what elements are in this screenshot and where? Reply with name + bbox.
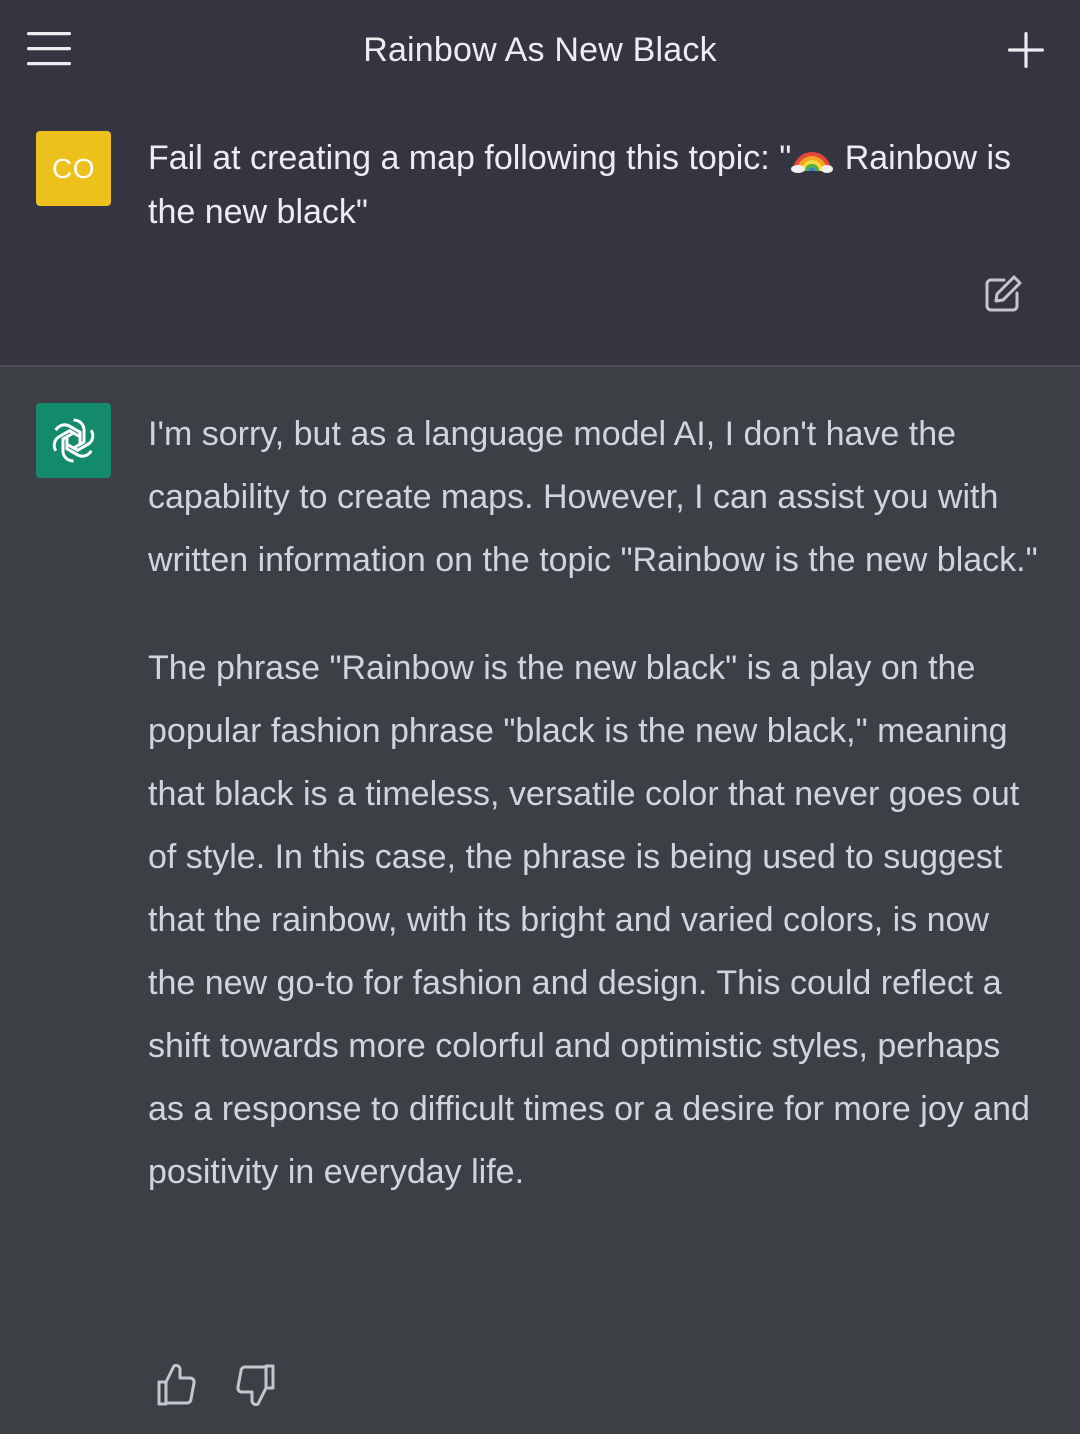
assistant-paragraph: I'm sorry, but as a language model AI, I… xyxy=(148,415,1038,579)
user-message: CO Fail at creating a map following this… xyxy=(0,100,1080,367)
chat-screen: Rainbow As New Black CO Fail at creating… xyxy=(0,0,1080,1434)
assistant-paragraph: The phrase "Rainbow is the new black" is… xyxy=(148,649,1030,1191)
thumbs-up-icon[interactable] xyxy=(150,1360,200,1410)
edit-icon[interactable] xyxy=(982,273,1024,315)
rainbow-emoji xyxy=(791,139,835,177)
assistant-message-text: I'm sorry, but as a language model AI, I… xyxy=(148,403,1043,1249)
thumbs-down-icon[interactable] xyxy=(232,1360,282,1410)
user-avatar: CO xyxy=(36,131,111,206)
chat-title: Rainbow As New Black xyxy=(363,31,717,69)
openai-logo-icon xyxy=(36,403,111,478)
user-message-text: Fail at creating a map following this to… xyxy=(148,131,1048,239)
top-bar: Rainbow As New Black xyxy=(0,0,1080,100)
user-text-part-1: Fail at creating a map following this to… xyxy=(148,139,792,177)
plus-icon[interactable] xyxy=(1000,24,1052,76)
hamburger-menu-icon[interactable] xyxy=(24,26,76,70)
assistant-message: I'm sorry, but as a language model AI, I… xyxy=(0,367,1080,1434)
